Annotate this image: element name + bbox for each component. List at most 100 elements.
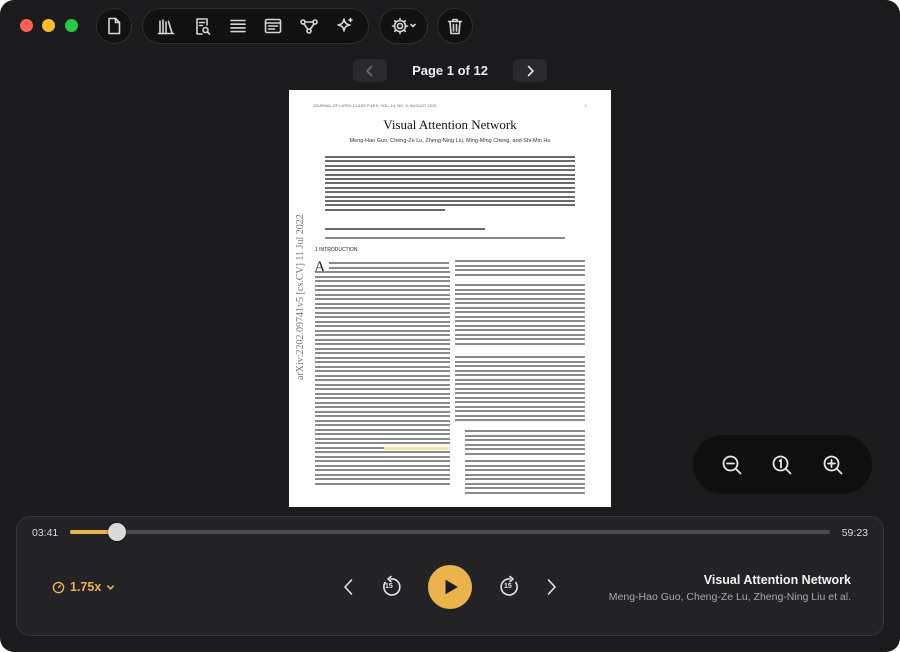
text-line [315, 482, 450, 485]
graph-view-button[interactable] [291, 9, 327, 43]
text-line [325, 173, 575, 176]
text-line [325, 191, 575, 194]
voice-settings-icon [391, 17, 416, 35]
text-line [315, 428, 450, 431]
text-line [329, 262, 449, 264]
progress-slider[interactable] [70, 523, 830, 541]
text-line [455, 396, 585, 399]
text-line [465, 464, 585, 467]
zoom-reset-button[interactable] [764, 447, 800, 483]
text-line [455, 329, 585, 331]
text-line [455, 365, 585, 367]
next-track-button[interactable] [541, 576, 561, 598]
speedometer-icon [52, 581, 65, 593]
text-line [325, 228, 485, 230]
minimize-window-button[interactable] [42, 19, 55, 32]
text-line [315, 401, 450, 404]
text-line [325, 186, 575, 189]
section-heading: 1 INTRODUCTION [315, 247, 358, 253]
text-line [325, 169, 575, 172]
text-line [315, 433, 450, 435]
skip-back-button[interactable]: 15 [379, 574, 403, 600]
text-line [455, 414, 585, 417]
text-line [315, 451, 450, 453]
progress-thumb[interactable] [108, 523, 127, 541]
chevron-down-icon [107, 584, 115, 590]
text-line [315, 379, 450, 381]
trash-icon [447, 18, 463, 35]
dropcap-letter: A [314, 259, 326, 276]
text-line [455, 383, 585, 385]
previous-page-button[interactable] [353, 59, 387, 82]
play-button[interactable] [428, 565, 472, 609]
toolbar-voice-group [379, 8, 428, 44]
chevron-right-icon [547, 579, 556, 595]
zoom-in-button[interactable] [815, 447, 851, 483]
text-line [465, 460, 585, 462]
text-line [455, 410, 585, 412]
text-line [315, 289, 450, 291]
text-line [465, 473, 585, 476]
text-line [455, 401, 585, 403]
text-line [455, 324, 585, 327]
zoom-reset-icon [773, 455, 792, 474]
text-line [325, 208, 445, 211]
text-line [455, 315, 585, 318]
text-line [315, 415, 450, 417]
text-line [455, 378, 585, 381]
now-playing-authors: Meng-Hao Guo, Cheng-Ze Lu, Zheng-Ning Li… [608, 591, 851, 603]
text-line [465, 443, 585, 446]
text-line [315, 338, 450, 341]
text-line [315, 365, 450, 368]
total-time: 59:23 [841, 527, 868, 539]
list-icon [229, 19, 246, 33]
text-line [325, 200, 575, 202]
zoom-in-icon [823, 455, 843, 474]
zoom-out-icon [722, 455, 742, 474]
text-line [455, 284, 585, 286]
ai-assistant-button[interactable] [327, 9, 363, 43]
text-line [315, 374, 450, 377]
playback-speed-button[interactable]: 1.75x [52, 580, 115, 594]
text-line [329, 266, 449, 269]
paper-authors: Meng-Hao Guo, Cheng-Ze Lu, Zheng-Ning Li… [349, 138, 551, 144]
zoom-out-button[interactable] [714, 447, 750, 483]
library-button[interactable] [148, 9, 184, 43]
text-line [325, 204, 575, 207]
text-line [315, 298, 450, 300]
next-page-button[interactable] [513, 59, 547, 82]
zoom-window-button[interactable] [65, 19, 78, 32]
skip-forward-seconds: 15 [504, 583, 512, 590]
text-line [315, 424, 450, 426]
skip-forward-button[interactable]: 15 [498, 574, 522, 600]
text-line [455, 273, 585, 276]
text-line [455, 392, 585, 394]
close-window-button[interactable] [20, 19, 33, 32]
text-line [315, 293, 450, 296]
text-line [315, 442, 450, 444]
document-search-button[interactable] [184, 9, 220, 43]
document-button[interactable] [97, 9, 131, 43]
library-icon [157, 19, 175, 35]
text-line [455, 369, 585, 372]
document-page[interactable]: JOURNAL OF LATEX CLASS FILES, VOL. 14, N… [289, 90, 611, 507]
text-line [455, 269, 585, 271]
text-line [455, 387, 585, 390]
skip-back-seconds: 15 [385, 583, 393, 590]
delete-button[interactable] [438, 9, 472, 43]
reader-view-button[interactable] [255, 9, 291, 43]
text-line [455, 306, 585, 309]
text-line [315, 473, 450, 476]
text-line [455, 405, 585, 408]
text-line [325, 237, 565, 239]
table-of-contents-button[interactable] [220, 9, 256, 43]
text-line [325, 195, 575, 198]
playback-speed-value: 1.75x [70, 580, 102, 594]
text-line [455, 356, 585, 358]
text-line [455, 320, 585, 322]
text-line [465, 430, 585, 432]
toolbar-delete-group [437, 8, 473, 44]
text-line [465, 487, 585, 489]
previous-track-button[interactable] [339, 576, 359, 598]
voice-settings-button[interactable] [382, 9, 426, 43]
